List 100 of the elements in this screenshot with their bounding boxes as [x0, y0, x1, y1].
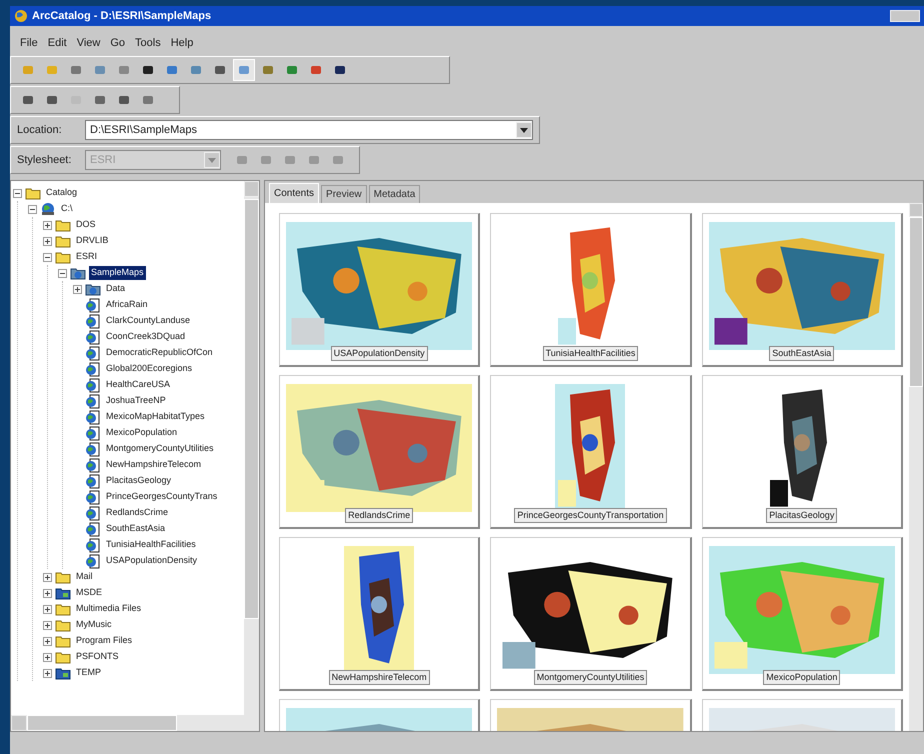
- folder-icon: [55, 218, 71, 232]
- tree-item[interactable]: PrinceGeorgesCountyTrans: [104, 490, 220, 504]
- tree-item[interactable]: SouthEastAsia: [104, 522, 168, 536]
- tree-item[interactable]: CoonCreek3DQuad: [104, 330, 188, 344]
- map-folder-icon: [85, 282, 101, 296]
- expand-toggle[interactable]: [43, 636, 52, 646]
- tree-item[interactable]: Multimedia Files: [74, 602, 144, 616]
- tree-item[interactable]: MyMusic: [74, 618, 114, 632]
- thumbnail-card[interactable]: SouthEastAsia: [702, 213, 903, 367]
- expand-toggle[interactable]: [43, 604, 52, 614]
- tree-item[interactable]: HealthCareUSA: [104, 378, 172, 392]
- expand-toggle[interactable]: [43, 588, 52, 598]
- menu-item[interactable]: File: [20, 34, 38, 52]
- expand-toggle[interactable]: [43, 236, 52, 246]
- thumbnail-card[interactable]: MexicoPopulation: [702, 537, 903, 691]
- tree-item[interactable]: TunisiaHealthFacilities: [104, 538, 198, 552]
- thumbnail-card[interactable]: PrinceGeorgesCountyTransportation: [490, 375, 692, 529]
- tab[interactable]: Preview: [321, 185, 367, 203]
- expand-toggle[interactable]: [43, 668, 52, 678]
- thumbnail-card[interactable]: MontgomeryCountyUtilities: [490, 537, 692, 691]
- thumbnail-caption: USAPopulationDensity: [330, 346, 428, 361]
- map-document-icon: [85, 346, 101, 360]
- thumbnail-card[interactable]: NewHampshireTelecom: [279, 537, 480, 691]
- tree-item[interactable]: Data: [104, 282, 128, 296]
- tab[interactable]: Metadata: [368, 185, 420, 203]
- tree-item[interactable]: SampleMaps: [89, 266, 146, 280]
- thumbnail-caption: PrinceGeorgesCountyTransportation: [514, 508, 667, 523]
- expand-toggle[interactable]: [43, 652, 52, 662]
- menu-item[interactable]: Tools: [135, 34, 161, 52]
- map-document-icon: [85, 538, 101, 552]
- map-document-icon: [85, 298, 101, 312]
- thumbnail-caption: RedlandsCrime: [345, 508, 414, 523]
- thumbnail-caption: SouthEastAsia: [769, 346, 834, 361]
- tab[interactable]: Contents: [269, 183, 320, 203]
- thumbnail-card[interactable]: TunisiaHealthFacilities: [490, 213, 692, 367]
- vertical-scrollbar[interactable]: [909, 203, 923, 731]
- folder-icon: [55, 650, 71, 664]
- tree-item[interactable]: Catalog: [44, 186, 80, 200]
- menu-item[interactable]: Edit: [48, 34, 67, 52]
- menu-item[interactable]: Help: [170, 34, 194, 52]
- map-document-icon: [85, 362, 101, 376]
- map-folder-icon: [70, 266, 86, 280]
- collapse-toggle[interactable]: [58, 268, 67, 278]
- tree-item[interactable]: PlacitasGeology: [104, 474, 174, 488]
- folder-icon: [55, 570, 71, 584]
- map-document-icon: [85, 474, 101, 488]
- folder-icon: [55, 634, 71, 648]
- collapse-toggle[interactable]: [13, 188, 22, 198]
- tree-item[interactable]: Global200Ecoregions: [104, 362, 194, 376]
- tree-item[interactable]: PSFONTS: [74, 650, 121, 664]
- tree-item[interactable]: C:\: [59, 202, 75, 216]
- tree-item[interactable]: DemocraticRepublicOfCon: [104, 346, 215, 360]
- map-document-icon: [85, 554, 101, 568]
- folder-icon: [25, 186, 41, 200]
- collapse-toggle[interactable]: [28, 204, 37, 214]
- tree-item[interactable]: MexicoPopulation: [104, 426, 180, 440]
- tree-item[interactable]: AfricaRain: [104, 298, 150, 312]
- collapse-toggle[interactable]: [43, 252, 52, 262]
- dropdown-arrow-icon: [520, 128, 528, 132]
- tree-item[interactable]: Program Files: [74, 634, 134, 648]
- menu-item[interactable]: View: [76, 34, 100, 52]
- dropdown-arrow-icon: [208, 158, 216, 162]
- expand-toggle[interactable]: [43, 220, 52, 230]
- thumbnail-caption: TunisiaHealthFacilities: [542, 346, 638, 361]
- folder-icon: [55, 618, 71, 632]
- tree-item[interactable]: ESRI: [74, 250, 100, 264]
- tree-item[interactable]: TEMP: [74, 666, 104, 680]
- tree-item[interactable]: Mail: [74, 570, 95, 584]
- location-combo-box[interactable]: D:\ESRI\SampleMaps: [85, 120, 533, 140]
- tree-item[interactable]: DRVLIB: [74, 234, 110, 248]
- window-title: ArcCatalog - D:\ESRI\SampleMaps: [32, 8, 212, 24]
- thumbnail-card[interactable]: PlacitasGeology: [702, 375, 903, 529]
- thumbnail-caption: MontgomeryCountyUtilities: [534, 670, 648, 685]
- folder-icon: [55, 666, 71, 680]
- tree-item[interactable]: NewHampshireTelecom: [104, 458, 204, 472]
- vertical-scrollbar[interactable]: [244, 181, 259, 715]
- tree-item[interactable]: JoshuaTreeNP: [104, 394, 168, 408]
- horizontal-scrollbar[interactable]: [11, 715, 259, 731]
- map-document-icon: [85, 458, 101, 472]
- menu-item[interactable]: Go: [110, 34, 126, 52]
- location-label: Location:: [17, 122, 63, 138]
- tree-item[interactable]: RedlandsCrime: [104, 506, 170, 520]
- expand-toggle[interactable]: [43, 572, 52, 582]
- thumbnail-caption: PlacitasGeology: [766, 508, 838, 523]
- tree-item[interactable]: MexicoMapHabitatTypes: [104, 410, 207, 424]
- map-document-icon: [85, 442, 101, 456]
- map-document-icon: [85, 314, 101, 328]
- thumbnail-card[interactable]: RedlandsCrime: [279, 375, 480, 529]
- tree-item[interactable]: MontgomeryCountyUtilities: [104, 442, 216, 456]
- tree-item[interactable]: USAPopulationDensity: [104, 554, 200, 568]
- tree-item[interactable]: MSDE: [74, 586, 104, 600]
- expand-toggle[interactable]: [73, 284, 82, 294]
- map-document-icon: [85, 330, 101, 344]
- thumbnail-caption: NewHampshireTelecom: [328, 670, 430, 685]
- map-document-icon: [85, 394, 101, 408]
- expand-toggle[interactable]: [43, 620, 52, 630]
- thumbnail-card[interactable]: USAPopulationDensity: [279, 213, 480, 367]
- tree-item[interactable]: DOS: [74, 218, 98, 232]
- tree-item[interactable]: ClarkCountyLanduse: [104, 314, 192, 328]
- thumbnail-caption: MexicoPopulation: [763, 670, 840, 685]
